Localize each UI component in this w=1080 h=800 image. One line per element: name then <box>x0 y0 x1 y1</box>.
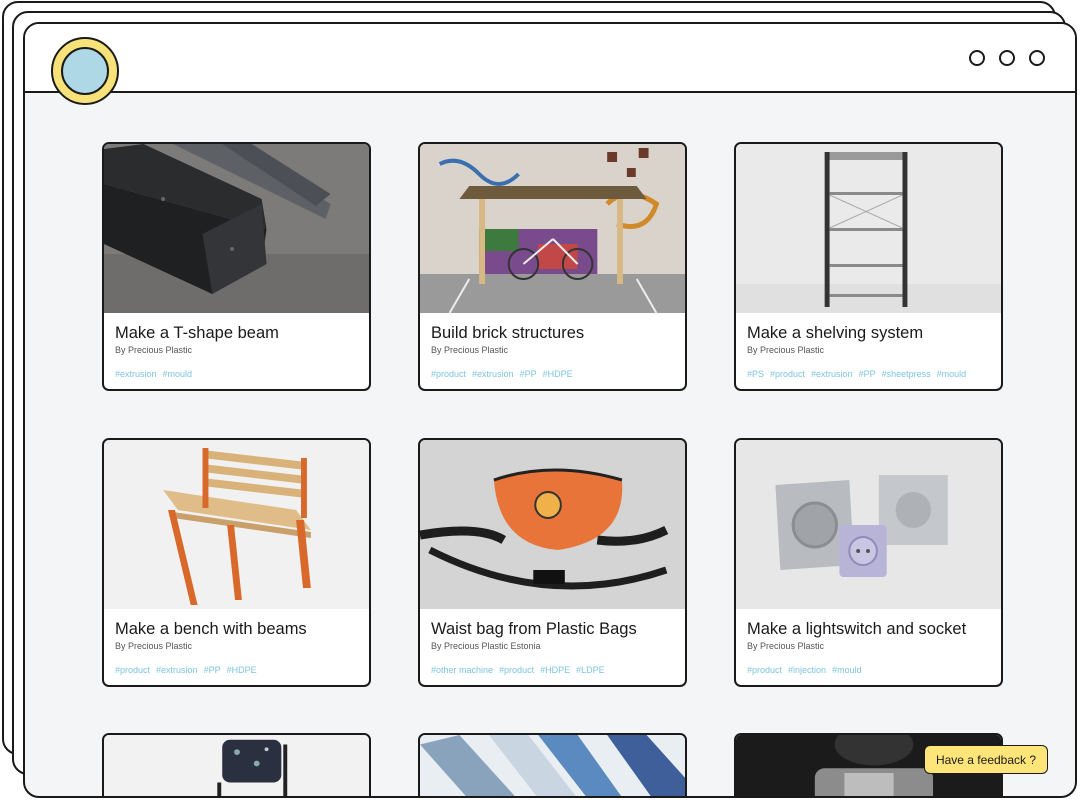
tag[interactable]: #extrusion <box>115 369 157 379</box>
card-tags: #extrusion #mould <box>115 369 198 379</box>
card-tags: #product #injection #mould <box>747 665 868 675</box>
card-author: By Precious Plastic <box>115 641 193 651</box>
card-title[interactable]: Waist bag from Plastic Bags <box>431 620 637 639</box>
card-title[interactable]: Make a shelving system <box>747 324 923 343</box>
window-control-dot-1[interactable] <box>969 50 985 66</box>
tag[interactable]: #PS <box>747 369 764 379</box>
card-tags: #product #extrusion #PP #HDPE <box>115 665 263 675</box>
card-t-shape-beam[interactable]: Make a T-shape beam By Precious Plastic … <box>102 142 371 391</box>
tag[interactable]: #mould <box>832 665 862 675</box>
tag[interactable]: #other machine <box>431 665 493 675</box>
card-author: By Precious Plastic <box>747 345 825 355</box>
window-control-dot-3[interactable] <box>1029 50 1045 66</box>
tag[interactable]: #extrusion <box>811 369 853 379</box>
card-shelving-system[interactable]: Make a shelving system By Precious Plast… <box>734 142 1003 391</box>
browser-window: Make a T-shape beam By Precious Plastic … <box>23 22 1077 798</box>
bike-shed-photo <box>420 144 685 313</box>
tag[interactable]: #HDPE <box>227 665 257 675</box>
card-waist-bag[interactable]: Waist bag from Plastic Bags By Precious … <box>418 438 687 687</box>
logo-inner-circle <box>61 47 109 95</box>
card-brick-structures[interactable]: Build brick structures By Precious Plast… <box>418 142 687 391</box>
card-lightswitch-socket[interactable]: Make a lightswitch and socket By Preciou… <box>734 438 1003 687</box>
card-partial-chair[interactable] <box>102 733 371 796</box>
waist-bag-photo <box>420 440 685 609</box>
socket-mould-photo <box>736 440 1001 609</box>
card-title[interactable]: Make a T-shape beam <box>115 324 279 343</box>
tag[interactable]: #LDPE <box>576 665 605 675</box>
tag[interactable]: #product <box>115 665 150 675</box>
card-title[interactable]: Build brick structures <box>431 324 584 343</box>
card-author: By Precious Plastic Estonia <box>431 641 541 651</box>
tag[interactable]: #PP <box>859 369 876 379</box>
plastic-beams-photo <box>420 735 685 796</box>
site-logo[interactable] <box>51 37 119 105</box>
card-tags: #other machine #product #HDPE #LDPE <box>431 665 611 675</box>
card-author: By Precious Plastic <box>115 345 193 355</box>
tag[interactable]: #HDPE <box>540 665 570 675</box>
shelving-photo <box>736 144 1001 313</box>
tag[interactable]: #mould <box>937 369 967 379</box>
tag[interactable]: #mould <box>163 369 193 379</box>
chair-photo <box>104 735 369 796</box>
bench-photo <box>104 440 369 609</box>
card-author: By Precious Plastic <box>431 345 509 355</box>
tag[interactable]: #HDPE <box>543 369 573 379</box>
tag[interactable]: #sheetpress <box>882 369 931 379</box>
card-author: By Precious Plastic <box>747 641 825 651</box>
tag[interactable]: #product <box>499 665 534 675</box>
title-bar <box>25 24 1075 93</box>
tag[interactable]: #product <box>431 369 466 379</box>
tag[interactable]: #extrusion <box>156 665 198 675</box>
tag[interactable]: #PP <box>520 369 537 379</box>
card-tags: #product #extrusion #PP #HDPE <box>431 369 579 379</box>
card-title[interactable]: Make a bench with beams <box>115 620 307 639</box>
t-shape-beam-photo <box>104 144 369 313</box>
window-control-dot-2[interactable] <box>999 50 1015 66</box>
tag[interactable]: #injection <box>788 665 826 675</box>
feedback-button[interactable]: Have a feedback ? <box>924 745 1048 774</box>
card-bench-beams[interactable]: Make a bench with beams By Precious Plas… <box>102 438 371 687</box>
tag[interactable]: #extrusion <box>472 369 514 379</box>
card-tags: #PS #product #extrusion #PP #sheetpress #moul… <box>747 369 972 379</box>
tag[interactable]: #product <box>747 665 782 675</box>
card-title[interactable]: Make a lightswitch and socket <box>747 620 966 639</box>
tag[interactable]: #product <box>770 369 805 379</box>
tag[interactable]: #PP <box>204 665 221 675</box>
card-partial-beams[interactable] <box>418 733 687 796</box>
